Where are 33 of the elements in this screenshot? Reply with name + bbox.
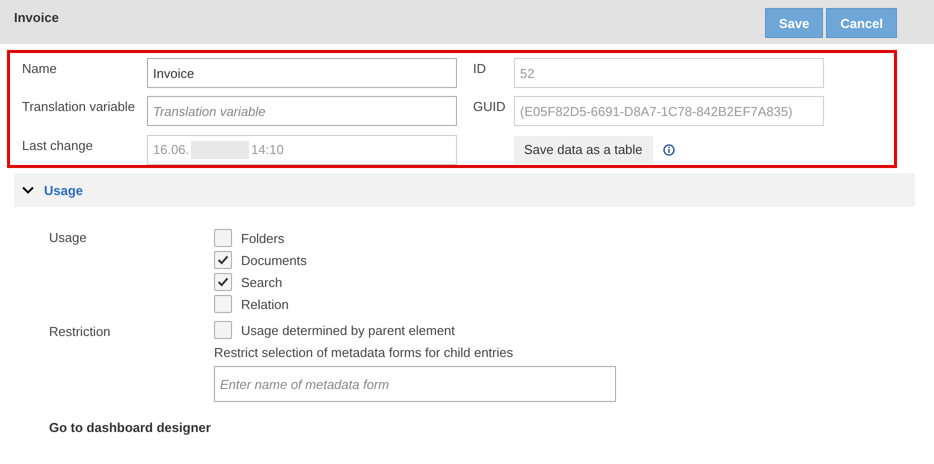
- chevron-icon[interactable]: [22, 186, 34, 194]
- date-field: 16.06. 14:10: [147, 134, 457, 165]
- field-label: GUID: [473, 98, 506, 116]
- page-title: Invoice: [14, 10, 60, 25]
- checkbox-label: Relation: [241, 296, 289, 312]
- save-table-button[interactable]: Save data as a table: [514, 136, 653, 164]
- checkbox[interactable]: [214, 251, 232, 269]
- checkbox-label: Usage determined by parent element: [241, 322, 455, 338]
- field-label: Usage: [49, 229, 88, 247]
- section-title[interactable]: Usage: [44, 182, 84, 198]
- cancel-button[interactable]: Cancel: [826, 8, 897, 38]
- checkbox[interactable]: [214, 273, 232, 291]
- input-field[interactable]: Enter name of metadata form: [214, 366, 616, 402]
- checkbox-label: Folders: [241, 230, 284, 246]
- save-button[interactable]: Save: [764, 8, 824, 38]
- field-label: Name: [22, 60, 58, 78]
- field-label: Translation variable: [22, 98, 136, 116]
- field-label: Restriction: [49, 323, 112, 341]
- input-field[interactable]: Invoice: [147, 58, 457, 88]
- input-field: (E05F82D5-6691-D8A7-1C78-842B2EF7A835): [514, 96, 824, 126]
- info-icon[interactable]: [662, 144, 675, 156]
- input-field: 52: [514, 58, 824, 88]
- input-field[interactable]: Translation variable: [147, 96, 457, 126]
- checkbox[interactable]: [214, 229, 232, 247]
- field-label: Restrict selection of metadata forms for child entries: [214, 345, 514, 360]
- checkbox-label: Search: [241, 274, 282, 290]
- checkbox[interactable]: [214, 295, 232, 313]
- checkbox-label: Documents: [241, 252, 307, 268]
- field-label: Last change: [22, 136, 94, 155]
- dashboard-link[interactable]: Go to dashboard designer: [49, 420, 616, 435]
- field-label: ID: [473, 60, 487, 78]
- section-header[interactable]: Usage: [14, 173, 915, 207]
- checkbox[interactable]: [214, 321, 232, 339]
